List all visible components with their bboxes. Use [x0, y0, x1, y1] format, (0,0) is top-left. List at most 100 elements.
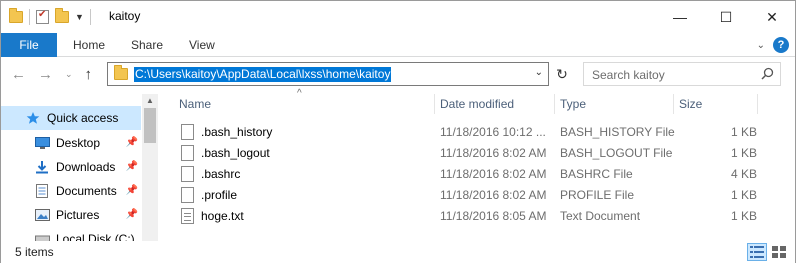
toolbar-divider [89, 9, 91, 25]
file-icon [181, 166, 194, 182]
file-type: PROFILE File [560, 188, 635, 202]
file-name: .profile [201, 188, 238, 202]
navigation-bar: ← → ⌄ ↑ C:\Users\kaitoy\AppData\Local\lx… [1, 58, 795, 92]
file-row[interactable]: .profile 11/18/2016 8:02 AM PROFILE File… [177, 185, 757, 206]
large-icons-view-icon[interactable] [769, 243, 789, 261]
recent-locations-dropdown-icon[interactable]: ⌄ [65, 69, 73, 80]
column-divider[interactable] [554, 94, 555, 114]
column-divider[interactable] [673, 94, 674, 114]
address-bar[interactable]: C:\Users\kaitoy\AppData\Local\lxss\home\… [107, 62, 549, 86]
file-size: 1 KB [730, 188, 757, 202]
customize-toolbar-dropdown-icon[interactable]: ▼ [75, 12, 84, 22]
nav-buttons: ← → ⌄ ↑ [11, 66, 92, 83]
quick-access-toolbar: ▼ [9, 8, 91, 26]
forward-arrow-icon[interactable]: → [38, 66, 53, 83]
search-placeholder: Search kaitoy [592, 68, 665, 82]
file-type: BASHRC File [560, 167, 633, 181]
sidebar-item-local-disk[interactable]: Local Disk (C:) [1, 227, 141, 241]
file-type: Text Document [560, 209, 641, 223]
tab-view[interactable]: View [189, 33, 215, 57]
sidebar-item-label: Quick access [47, 111, 119, 125]
documents-icon [34, 184, 50, 198]
sidebar-item-quick-access[interactable]: Quick access [1, 106, 141, 130]
column-divider[interactable] [757, 94, 758, 114]
column-header-row: Name Date modified Type Size [161, 94, 795, 114]
address-folder-icon [114, 65, 128, 80]
file-date: 11/18/2016 8:05 AM [440, 209, 547, 223]
new-folder-icon[interactable] [55, 8, 69, 23]
window-title: kaitoy [109, 9, 141, 23]
file-row[interactable]: .bash_history 11/18/2016 10:12 ... BASH_… [177, 122, 757, 143]
file-name: .bash_history [201, 125, 273, 139]
sidebar-item-downloads[interactable]: Downloads 📌 [1, 155, 141, 179]
status-bar: 5 items [1, 241, 795, 263]
ribbon-right-controls: ⌄ ? [757, 37, 789, 53]
pin-icon[interactable]: 📌 [126, 137, 138, 148]
pin-icon[interactable]: 📌 [126, 209, 138, 220]
file-date: 11/18/2016 10:12 ... [440, 125, 546, 139]
file-size: 1 KB [730, 125, 757, 139]
toolbar-divider [29, 9, 30, 25]
item-count: 5 items [15, 245, 54, 259]
file-size: 1 KB [730, 146, 757, 160]
up-arrow-icon[interactable]: ↑ [85, 66, 93, 83]
view-switcher [747, 243, 789, 261]
pictures-icon [34, 208, 50, 222]
star-icon [25, 111, 41, 125]
column-header-date[interactable]: Date modified [440, 97, 514, 111]
help-icon[interactable]: ? [773, 37, 789, 53]
properties-icon[interactable] [36, 9, 49, 24]
pin-icon[interactable]: 📌 [126, 185, 138, 196]
navigation-pane: Quick access Desktop 📌 Downloads 📌 Docum… [1, 94, 158, 241]
window-controls: — ☐ ✕ [657, 1, 795, 33]
sidebar-item-pictures[interactable]: Pictures 📌 [1, 203, 141, 227]
sidebar-item-desktop[interactable]: Desktop 📌 [1, 131, 141, 155]
back-arrow-icon[interactable]: ← [11, 66, 26, 83]
file-row[interactable]: .bashrc 11/18/2016 8:02 AM BASHRC File 4… [177, 164, 757, 185]
sidebar-item-label: Downloads [56, 160, 116, 174]
column-divider[interactable] [434, 94, 435, 114]
pin-icon[interactable]: 📌 [126, 161, 138, 172]
folder-icon[interactable] [9, 8, 23, 23]
minimize-button[interactable]: — [657, 1, 703, 33]
file-icon [181, 145, 194, 161]
sidebar-item-label: Local Disk (C:) [56, 232, 135, 241]
file-size: 1 KB [730, 209, 757, 223]
search-icon[interactable] [761, 67, 774, 80]
file-name: .bashrc [201, 167, 241, 181]
downloads-icon [34, 160, 50, 174]
maximize-button[interactable]: ☐ [703, 1, 749, 33]
text-file-icon [181, 208, 194, 224]
close-button[interactable]: ✕ [749, 1, 795, 33]
file-type: BASH_LOGOUT File [560, 146, 673, 160]
column-header-name[interactable]: Name [179, 97, 211, 111]
file-date: 11/18/2016 8:02 AM [440, 188, 547, 202]
title-bar: ▼ kaitoy — ☐ ✕ [1, 1, 795, 33]
tab-share[interactable]: Share [131, 33, 163, 57]
file-row[interactable]: .bash_logout 11/18/2016 8:02 AM BASH_LOG… [177, 143, 757, 164]
scroll-up-arrow-icon[interactable]: ▲ [146, 96, 154, 105]
file-icon [181, 124, 194, 140]
expand-ribbon-chevron-icon[interactable]: ⌄ [757, 40, 765, 51]
address-dropdown-icon[interactable]: ⌄ [535, 67, 543, 78]
details-view-icon[interactable] [747, 243, 767, 261]
file-name: hoge.txt [201, 209, 244, 223]
column-header-size[interactable]: Size [679, 97, 702, 111]
column-header-type[interactable]: Type [560, 97, 586, 111]
tab-home[interactable]: Home [73, 33, 105, 57]
explorer-window: ▼ kaitoy — ☐ ✕ File Home Share View ⌄ ? … [0, 0, 796, 263]
file-list: ^ Name Date modified Type Size .bash_his… [161, 88, 795, 241]
file-type: BASH_HISTORY File [560, 125, 675, 139]
tab-file[interactable]: File [1, 33, 57, 57]
sidebar-item-label: Documents [56, 184, 117, 198]
file-icon [181, 187, 194, 203]
sidebar-scrollbar-thumb[interactable] [144, 108, 156, 143]
search-box[interactable]: Search kaitoy [583, 62, 781, 86]
file-name: .bash_logout [201, 146, 270, 160]
file-date: 11/18/2016 8:02 AM [440, 167, 547, 181]
sidebar-item-label: Pictures [56, 208, 100, 222]
sidebar-item-documents[interactable]: Documents 📌 [1, 179, 141, 203]
refresh-icon[interactable]: ↻ [551, 62, 573, 86]
address-path[interactable]: C:\Users\kaitoy\AppData\Local\lxss\home\… [134, 67, 392, 82]
file-row[interactable]: hoge.txt 11/18/2016 8:05 AM Text Documen… [177, 206, 757, 227]
